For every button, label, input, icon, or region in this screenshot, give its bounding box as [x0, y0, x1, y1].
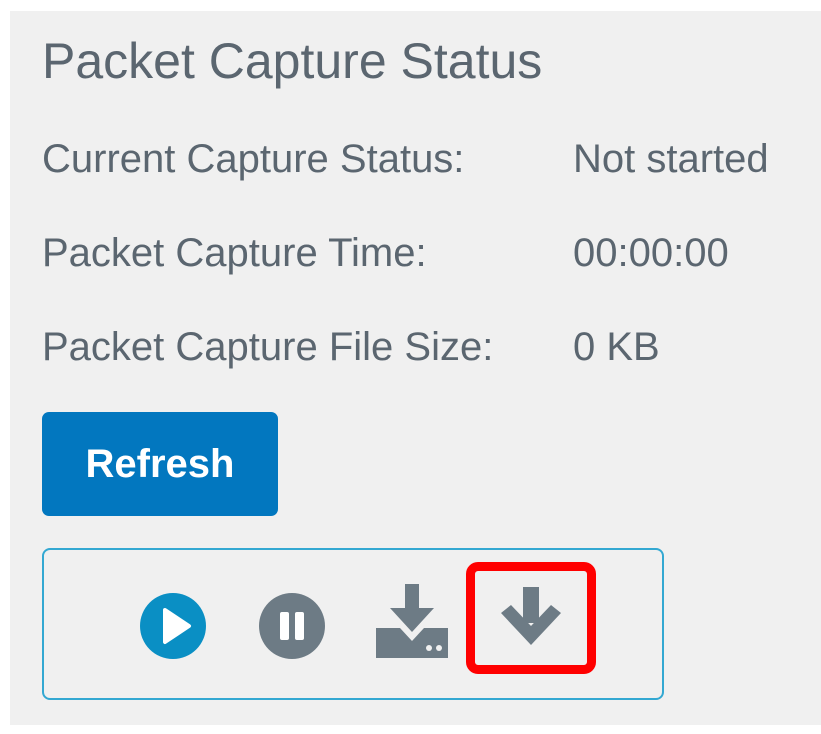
- capture-toolbar: [42, 548, 664, 700]
- download-capture-button[interactable]: [497, 585, 565, 653]
- start-capture-button[interactable]: [139, 592, 207, 660]
- packet-capture-file-size-label: Packet Capture File Size:: [42, 325, 494, 369]
- download-icon: [501, 587, 561, 645]
- download-to-device-button[interactable]: [374, 584, 450, 662]
- current-capture-status-label: Current Capture Status:: [42, 137, 465, 181]
- pause-capture-button[interactable]: [258, 592, 326, 660]
- download-highlight-box: [466, 562, 596, 674]
- play-icon: [140, 593, 206, 659]
- packet-capture-file-size-value: 0 KB: [573, 325, 660, 369]
- pause-icon: [259, 593, 325, 659]
- current-capture-status-value: Not started: [573, 137, 769, 181]
- panel-title: Packet Capture Status: [42, 33, 543, 89]
- download-file-icon: [376, 584, 448, 658]
- packet-capture-status-panel: Packet Capture Status Current Capture St…: [10, 11, 821, 725]
- refresh-button[interactable]: Refresh: [42, 412, 278, 516]
- packet-capture-time-value: 00:00:00: [573, 231, 729, 275]
- packet-capture-time-label: Packet Capture Time:: [42, 231, 427, 275]
